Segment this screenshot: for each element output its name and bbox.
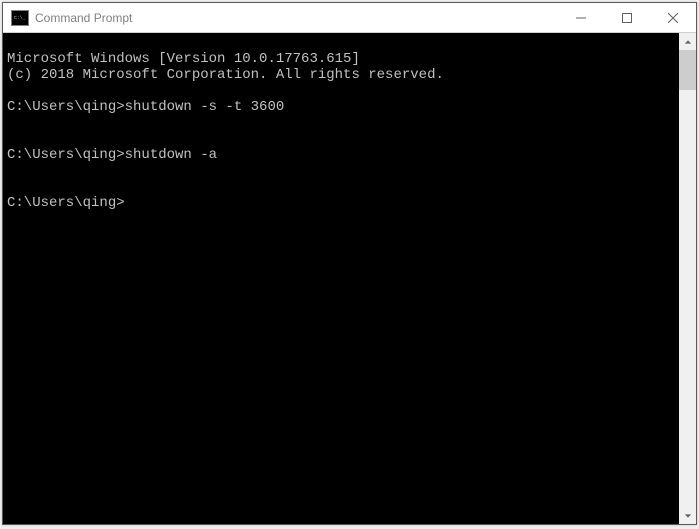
minimize-button[interactable] bbox=[558, 3, 604, 32]
console-output[interactable]: Microsoft Windows [Version 10.0.17763.61… bbox=[3, 33, 679, 524]
cmd-icon bbox=[11, 10, 29, 26]
client-area: Microsoft Windows [Version 10.0.17763.61… bbox=[3, 33, 696, 524]
scroll-thumb[interactable] bbox=[679, 50, 696, 90]
minimize-icon bbox=[576, 13, 586, 23]
prompt: C:\Users\qing> bbox=[7, 99, 125, 115]
window-title: Command Prompt bbox=[35, 11, 558, 25]
close-button[interactable] bbox=[650, 3, 696, 32]
command-text: shutdown -s -t 3600 bbox=[125, 99, 285, 115]
scroll-track[interactable] bbox=[679, 50, 696, 507]
banner-line: (c) 2018 Microsoft Corporation. All righ… bbox=[7, 67, 444, 83]
command-text: shutdown -a bbox=[125, 147, 217, 163]
maximize-icon bbox=[622, 13, 632, 23]
vertical-scrollbar[interactable] bbox=[679, 33, 696, 524]
command-line: C:\Users\qing>shutdown -a bbox=[7, 147, 675, 163]
prompt: C:\Users\qing> bbox=[7, 195, 125, 211]
prompt: C:\Users\qing> bbox=[7, 147, 125, 163]
command-prompt-window: Command Prompt Microsoft Windows [Versio… bbox=[2, 2, 697, 525]
command-line: C:\Users\qing>shutdown -s -t 3600 bbox=[7, 99, 675, 115]
maximize-button[interactable] bbox=[604, 3, 650, 32]
current-prompt-line: C:\Users\qing> bbox=[7, 195, 675, 211]
chevron-down-icon bbox=[684, 512, 692, 520]
banner-line: Microsoft Windows [Version 10.0.17763.61… bbox=[7, 51, 360, 67]
window-controls bbox=[558, 3, 696, 32]
scroll-down-button[interactable] bbox=[679, 507, 696, 524]
titlebar[interactable]: Command Prompt bbox=[3, 3, 696, 33]
chevron-up-icon bbox=[684, 38, 692, 46]
scroll-up-button[interactable] bbox=[679, 33, 696, 50]
close-icon bbox=[668, 13, 678, 23]
